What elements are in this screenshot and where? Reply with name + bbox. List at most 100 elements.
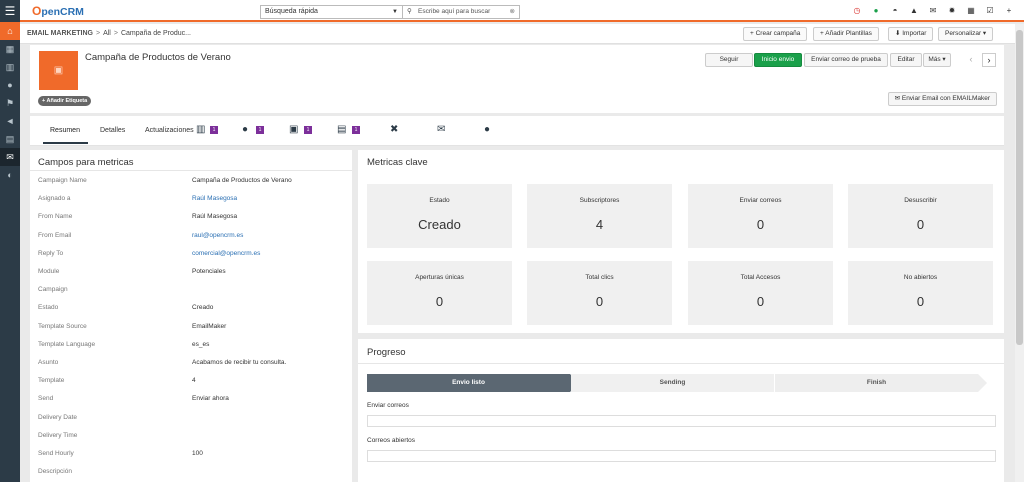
- metric-card: Subscriptores 4: [527, 184, 672, 248]
- field-label: Delivery Time: [38, 431, 78, 439]
- field-row: Campaign: [30, 281, 352, 299]
- email-marketing-icon[interactable]: ✉: [0, 148, 20, 166]
- mail-icon[interactable]: ✉: [928, 5, 938, 17]
- envelope-icon[interactable]: ✉: [437, 124, 445, 136]
- calendar-icon[interactable]: ▦: [966, 5, 976, 17]
- field-label: Asunto: [38, 359, 59, 366]
- key-metrics-panel: Metricas clave Estado Creado Subscriptores…: [358, 150, 1004, 333]
- gear-icon[interactable]: ✹: [947, 5, 957, 17]
- image-icon: ▣: [53, 65, 64, 76]
- field-value[interactable]: Raúl Masegosa: [192, 195, 237, 202]
- tab-summary[interactable]: Resumen: [50, 127, 80, 134]
- field-row: Template Language es_es: [30, 336, 352, 354]
- import-button[interactable]: ⬇ Importar: [888, 27, 934, 41]
- field-label: Reply To: [38, 249, 64, 257]
- tab-updates[interactable]: Actualizaciones: [145, 127, 194, 134]
- page-scrollbar[interactable]: [1015, 24, 1024, 482]
- field-label: From Name: [38, 213, 73, 221]
- metric-label: Subscriptores: [579, 197, 620, 204]
- breadcrumb: EMAIL MARKETING > All > Campaña de Produc...: [27, 30, 191, 37]
- users-icon[interactable]: ▤: [337, 124, 346, 136]
- sent-emails-label: Enviar correos: [367, 402, 409, 409]
- breadcrumb-separator: >: [95, 30, 101, 37]
- search-icon: ⚲: [407, 8, 412, 15]
- metric-card: Enviar correos 0: [688, 184, 833, 248]
- scrollbar-thumb[interactable]: [1016, 30, 1023, 345]
- dashboard-icon[interactable]: ▦: [0, 40, 20, 58]
- send-test-button[interactable]: Enviar correo de prueba: [804, 53, 888, 67]
- field-row: Descripción: [30, 463, 352, 481]
- breadcrumb-module[interactable]: EMAIL MARKETING: [27, 30, 93, 37]
- settings-icon[interactable]: ◐: [0, 166, 20, 184]
- field-value[interactable]: comercial@opencrm.es: [192, 250, 260, 257]
- metric-label: Desuscribir: [904, 197, 937, 204]
- metric-card: Total clics 0: [527, 261, 672, 325]
- contacts-icon[interactable]: ●: [242, 124, 248, 136]
- field-value[interactable]: raul@opencrm.es: [192, 232, 243, 239]
- whatsapp-icon[interactable]: ●: [871, 5, 881, 17]
- field-label: Asignado a: [38, 195, 71, 203]
- metric-card: Desuscribir 0: [848, 184, 993, 248]
- field-label: From Email: [38, 231, 72, 239]
- start-send-button[interactable]: Inicio envio: [754, 53, 802, 67]
- tab-details[interactable]: Detalles: [100, 127, 125, 134]
- add-tag-button[interactable]: + Añadir Etiqueta: [38, 96, 92, 106]
- clock-icon[interactable]: ◷: [852, 5, 862, 17]
- send-emailmaker-button[interactable]: ✉ Enviar Email con EMAILMaker: [887, 92, 997, 106]
- leads-icon[interactable]: ▣: [289, 124, 298, 136]
- field-label: Estado: [38, 304, 59, 312]
- field-row: Module Potenciales: [30, 263, 352, 281]
- top-icons: ◷ ● ◓ ▲ ✉ ✹ ▦ ☑ +: [852, 5, 1014, 17]
- add-icon[interactable]: +: [1004, 5, 1014, 17]
- clear-icon[interactable]: ⊗: [510, 6, 515, 18]
- more-button[interactable]: Más ▾: [923, 53, 951, 67]
- panel-title: Progreso: [367, 347, 406, 358]
- field-row: From Email raul@opencrm.es: [30, 227, 352, 245]
- customize-button[interactable]: Personalizar ▾: [938, 27, 994, 41]
- search-module-select[interactable]: Búsqueda rápida ▼: [260, 5, 403, 19]
- field-value: 100: [192, 450, 203, 457]
- lock-icon[interactable]: ▲: [909, 5, 919, 17]
- search-input[interactable]: ⚲ Escribe aquí para buscar ⊗: [403, 5, 520, 19]
- comment-icon[interactable]: ●: [484, 124, 490, 136]
- progress-step-ready: Envio listo: [367, 374, 579, 392]
- breadcrumb-bar: EMAIL MARKETING > All > Campaña de Produc...…: [20, 24, 1024, 44]
- building-icon[interactable]: ▥: [196, 124, 205, 136]
- menu-icon[interactable]: ☰: [0, 0, 20, 22]
- progress-panel: Progreso Envio listo Sending Finish Envi…: [358, 339, 1004, 482]
- metric-value: 4: [595, 217, 604, 232]
- add-templates-button[interactable]: + Añadir Plantillas: [813, 27, 879, 41]
- previous-record-icon[interactable]: ‹: [964, 53, 978, 67]
- edit-button[interactable]: Editar: [890, 53, 922, 67]
- breadcrumb-all[interactable]: All: [103, 30, 111, 37]
- gauge-icon[interactable]: ◓: [890, 5, 900, 17]
- record-title: Campaña de Productos de Verano: [85, 52, 231, 63]
- send-emailmaker-label: Enviar Email con EMAILMaker: [901, 95, 990, 102]
- field-row: Send Hourly 100: [30, 445, 352, 463]
- field-value: Acabamos de recibir tu consulta.: [192, 359, 287, 366]
- opened-emails-bar: [367, 450, 996, 462]
- field-row: Reply To comercial@opencrm.es: [30, 245, 352, 263]
- logo[interactable]: OpenCRM: [32, 4, 84, 18]
- metric-label: Enviar correos: [739, 197, 782, 204]
- create-campaign-button[interactable]: + Crear campaña: [743, 27, 808, 41]
- next-record-icon[interactable]: ›: [982, 53, 996, 67]
- megaphone-icon[interactable]: ◄: [0, 112, 20, 130]
- follow-button[interactable]: Seguir: [705, 53, 753, 67]
- check-icon[interactable]: ☑: [985, 5, 995, 17]
- person-icon[interactable]: ●: [0, 76, 20, 94]
- metric-label: No abiertos: [903, 274, 938, 281]
- flag-icon[interactable]: ⚑: [0, 94, 20, 112]
- logo-text: penCRM: [41, 6, 84, 18]
- sidebar: ☰ ⌂ ▦ ▥ ● ⚑ ◄ ▤ ✉ ◐: [0, 0, 20, 482]
- grid-icon[interactable]: ▤: [0, 130, 20, 148]
- metric-value: 0: [435, 294, 444, 309]
- metrics-fields-panel: Campos para metricas Campaign Name Campañ…: [30, 150, 352, 482]
- email-icon[interactable]: ✖: [390, 124, 398, 136]
- opened-emails-label: Correos abiertos: [367, 437, 416, 444]
- metric-card: Estado Creado: [367, 184, 512, 248]
- field-row: Asignado a Raúl Masegosa: [30, 190, 352, 208]
- home-icon[interactable]: ⌂: [0, 22, 20, 40]
- building-icon[interactable]: ▥: [0, 58, 20, 76]
- metric-value: 0: [756, 217, 765, 232]
